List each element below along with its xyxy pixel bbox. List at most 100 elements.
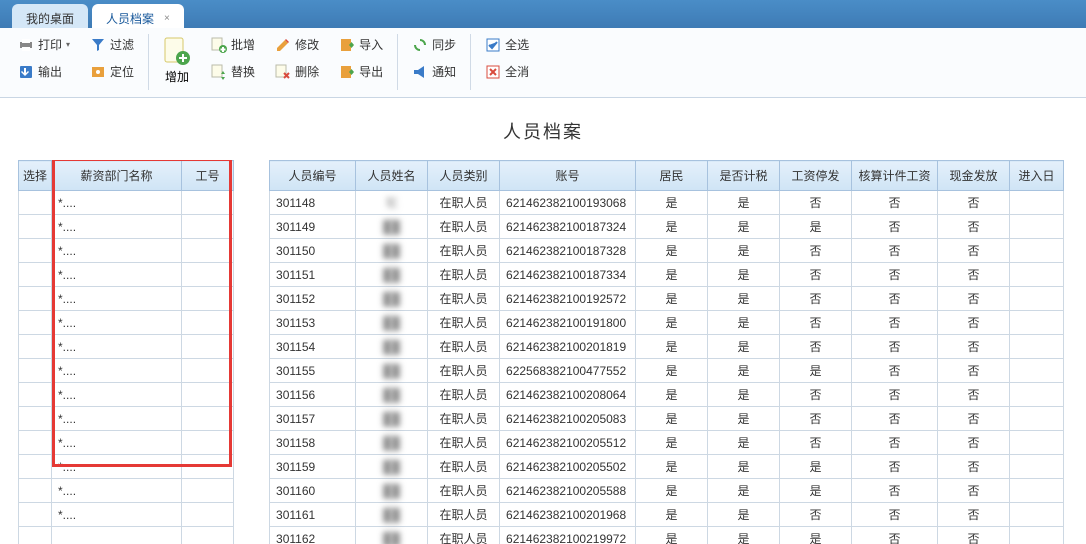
cell-tax[interactable]: 是: [708, 335, 780, 359]
cell-resident[interactable]: 是: [636, 431, 708, 455]
deselect-all-button[interactable]: 全消: [481, 61, 533, 82]
cell-cash[interactable]: 否: [938, 311, 1010, 335]
cell-pay-stop[interactable]: 否: [780, 407, 852, 431]
cell-resident[interactable]: 是: [636, 215, 708, 239]
table-row[interactable]: *....301157██在职人员621462382100205083是是否否否: [19, 407, 1064, 431]
col-select[interactable]: 选择: [19, 161, 52, 191]
cell-cash[interactable]: 否: [938, 359, 1010, 383]
cell-resident[interactable]: 是: [636, 239, 708, 263]
cell-id[interactable]: 301157: [270, 407, 356, 431]
cell-name[interactable]: ██: [356, 407, 428, 431]
cell-dept[interactable]: *....: [52, 191, 182, 215]
cell-gh[interactable]: [182, 383, 234, 407]
cell-cash[interactable]: 否: [938, 335, 1010, 359]
cell-dept[interactable]: *....: [52, 239, 182, 263]
col-enter[interactable]: 进入日: [1010, 161, 1064, 191]
table-row[interactable]: *....301159██在职人员621462382100205502是是是否否: [19, 455, 1064, 479]
cell-type[interactable]: 在职人员: [428, 191, 500, 215]
cell-pay-stop[interactable]: 否: [780, 263, 852, 287]
cell-gh[interactable]: [182, 455, 234, 479]
cell-piece[interactable]: 否: [852, 215, 938, 239]
cell-cash[interactable]: 否: [938, 455, 1010, 479]
cell-cash[interactable]: 否: [938, 431, 1010, 455]
cell-name[interactable]: ██: [356, 311, 428, 335]
cell-resident[interactable]: 是: [636, 455, 708, 479]
cell-tax[interactable]: 是: [708, 311, 780, 335]
cell-piece[interactable]: 否: [852, 311, 938, 335]
cell-id[interactable]: 301148: [270, 191, 356, 215]
cell-tax[interactable]: 是: [708, 383, 780, 407]
cell-piece[interactable]: 否: [852, 383, 938, 407]
col-name[interactable]: 人员姓名: [356, 161, 428, 191]
cell-id[interactable]: 301162: [270, 527, 356, 544]
cell-type[interactable]: 在职人员: [428, 407, 500, 431]
cell-cash[interactable]: 否: [938, 503, 1010, 527]
cell-enter[interactable]: [1010, 311, 1064, 335]
cell-cash[interactable]: 否: [938, 479, 1010, 503]
table-row[interactable]: *....301151██在职人员621462382100187334是是否否否: [19, 263, 1064, 287]
cell-tax[interactable]: 是: [708, 503, 780, 527]
col-pay-stop[interactable]: 工资停发: [780, 161, 852, 191]
cell-name[interactable]: ██: [356, 383, 428, 407]
notify-button[interactable]: 通知: [408, 61, 460, 82]
cell-gh[interactable]: [182, 407, 234, 431]
cell-pay-stop[interactable]: 否: [780, 311, 852, 335]
cell-resident[interactable]: 是: [636, 527, 708, 544]
cell-acct[interactable]: 621462382100208064: [500, 383, 636, 407]
cell-gh[interactable]: [182, 263, 234, 287]
cell-cash[interactable]: 否: [938, 407, 1010, 431]
cell-acct[interactable]: 621462382100205502: [500, 455, 636, 479]
cell-cash[interactable]: 否: [938, 527, 1010, 544]
cell-type[interactable]: 在职人员: [428, 239, 500, 263]
table-row[interactable]: *....301148鸵在职人员621462382100193068是是否否否: [19, 191, 1064, 215]
cell-acct[interactable]: 621462382100205512: [500, 431, 636, 455]
cell-piece[interactable]: 否: [852, 239, 938, 263]
table-row[interactable]: *....301149██在职人员621462382100187324是是是否否: [19, 215, 1064, 239]
cell-cash[interactable]: 否: [938, 191, 1010, 215]
cell-tax[interactable]: 是: [708, 455, 780, 479]
cell-id[interactable]: 301153: [270, 311, 356, 335]
cell-dept[interactable]: *....: [52, 287, 182, 311]
cell-enter[interactable]: [1010, 335, 1064, 359]
cell-id[interactable]: 301155: [270, 359, 356, 383]
cell-name[interactable]: ██: [356, 359, 428, 383]
cell-piece[interactable]: 否: [852, 359, 938, 383]
cell-gh[interactable]: [182, 287, 234, 311]
col-resident[interactable]: 居民: [636, 161, 708, 191]
cell-cash[interactable]: 否: [938, 383, 1010, 407]
cell-dept[interactable]: [52, 527, 182, 544]
cell-piece[interactable]: 否: [852, 431, 938, 455]
cell-select[interactable]: [19, 359, 52, 383]
cell-type[interactable]: 在职人员: [428, 455, 500, 479]
table-row[interactable]: *....301155██在职人员622568382100477552是是是否否: [19, 359, 1064, 383]
edit-button[interactable]: 修改: [271, 34, 323, 55]
cell-resident[interactable]: 是: [636, 359, 708, 383]
cell-dept[interactable]: *....: [52, 503, 182, 527]
cell-select[interactable]: [19, 503, 52, 527]
cell-pay-stop[interactable]: 是: [780, 455, 852, 479]
cell-name[interactable]: ██: [356, 527, 428, 544]
cell-gh[interactable]: [182, 311, 234, 335]
cell-piece[interactable]: 否: [852, 503, 938, 527]
cell-pay-stop[interactable]: 否: [780, 503, 852, 527]
cell-dept[interactable]: *....: [52, 215, 182, 239]
cell-acct[interactable]: 621462382100193068: [500, 191, 636, 215]
cell-gh[interactable]: [182, 335, 234, 359]
cell-enter[interactable]: [1010, 383, 1064, 407]
cell-type[interactable]: 在职人员: [428, 215, 500, 239]
cell-select[interactable]: [19, 431, 52, 455]
cell-dept[interactable]: *....: [52, 455, 182, 479]
filter-button[interactable]: 过滤: [86, 34, 138, 55]
table-row[interactable]: *....301156██在职人员621462382100208064是是否否否: [19, 383, 1064, 407]
cell-pay-stop[interactable]: 否: [780, 383, 852, 407]
cell-name[interactable]: ██: [356, 263, 428, 287]
cell-piece[interactable]: 否: [852, 527, 938, 544]
cell-acct[interactable]: 621462382100205083: [500, 407, 636, 431]
cell-select[interactable]: [19, 287, 52, 311]
cell-acct[interactable]: 621462382100201819: [500, 335, 636, 359]
cell-cash[interactable]: 否: [938, 215, 1010, 239]
cell-acct[interactable]: 621462382100205588: [500, 479, 636, 503]
cell-acct[interactable]: 621462382100191800: [500, 311, 636, 335]
cell-piece[interactable]: 否: [852, 479, 938, 503]
col-tax[interactable]: 是否计税: [708, 161, 780, 191]
